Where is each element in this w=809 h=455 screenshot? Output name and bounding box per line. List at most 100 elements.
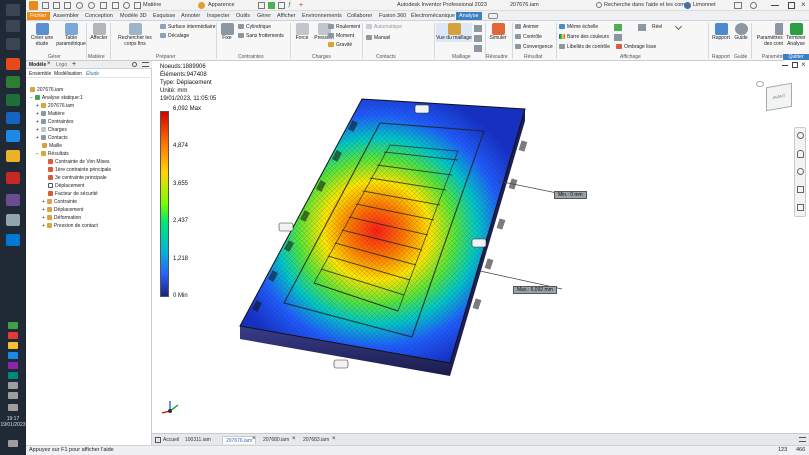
manual-contacts-button[interactable]: Manuel bbox=[366, 35, 390, 41]
guide-button[interactable]: Guide bbox=[732, 23, 750, 42]
tree-item-constraints[interactable]: + Contraintes bbox=[36, 119, 74, 125]
viewcube[interactable]: AVANT bbox=[766, 82, 792, 112]
view-modelisation[interactable]: Modélisation bbox=[54, 71, 82, 77]
minimize-icon[interactable] bbox=[782, 65, 788, 66]
color-icon[interactable] bbox=[268, 2, 275, 9]
tray-icon[interactable] bbox=[8, 352, 18, 359]
same-scale-button[interactable]: Même échelle bbox=[559, 24, 598, 30]
tab-assembler[interactable]: Assembler bbox=[50, 12, 82, 20]
probe-button[interactable]: Contrôle bbox=[515, 34, 542, 40]
tree-item-results[interactable]: − Résultats bbox=[36, 151, 69, 157]
tree-item-analysis[interactable]: − Analyse statique:1 bbox=[30, 95, 83, 101]
help-search-input[interactable]: Recherche dans l'aide et les com bbox=[604, 2, 685, 8]
help-icon[interactable] bbox=[750, 2, 757, 9]
tree-item-displacement-result[interactable]: Déplacement bbox=[48, 183, 84, 189]
offset-button[interactable]: Décalage bbox=[160, 33, 189, 39]
taskbar-clock[interactable]: 19:17 19/01/2023 bbox=[0, 416, 26, 428]
appearance-dropdown[interactable]: Apparence bbox=[208, 2, 235, 8]
tree-item-part[interactable]: +207676.iam bbox=[36, 103, 74, 109]
notification-icon[interactable] bbox=[8, 440, 18, 447]
mesh-settings-icon[interactable] bbox=[474, 25, 482, 32]
close-icon[interactable]: × bbox=[47, 61, 51, 67]
force-button[interactable]: Force bbox=[292, 23, 312, 42]
convergence-settings-icon[interactable] bbox=[474, 45, 482, 52]
tray-icon[interactable] bbox=[8, 322, 18, 329]
bearing-load-button[interactable]: Roulement bbox=[328, 24, 360, 30]
tree-item-mesh[interactable]: Maille bbox=[42, 143, 62, 149]
select-icon[interactable] bbox=[100, 2, 107, 9]
tab-fichier[interactable]: Fichier bbox=[27, 12, 50, 20]
tab-modele[interactable]: Modèle bbox=[29, 62, 46, 68]
add-tab-icon[interactable]: + bbox=[72, 61, 76, 68]
tab-conception[interactable]: Conception bbox=[82, 12, 116, 20]
material-icon[interactable] bbox=[134, 2, 141, 9]
create-study-button[interactable]: Créer une étude bbox=[28, 23, 56, 47]
close-icon[interactable]: × bbox=[252, 436, 256, 442]
close-icon[interactable]: × bbox=[801, 0, 806, 9]
find-thin-bodies-button[interactable]: Rechercher les corps fins bbox=[112, 23, 158, 47]
outlook-icon[interactable] bbox=[6, 112, 20, 124]
tree-item-von-mises[interactable]: Contrainte de Von Mises bbox=[48, 159, 109, 165]
parametric-table-button[interactable]: Table paramétrique bbox=[56, 23, 86, 47]
print-icon[interactable] bbox=[112, 2, 119, 9]
tab-outils[interactable]: Outils bbox=[233, 12, 253, 20]
office-app-icon[interactable] bbox=[6, 58, 20, 70]
inventor-logo-icon[interactable] bbox=[29, 1, 38, 10]
clear-override-icon[interactable] bbox=[258, 2, 265, 9]
keyboard-icon[interactable] bbox=[8, 404, 18, 411]
assign-material-button[interactable]: Affecter bbox=[88, 23, 110, 42]
user-avatar-icon[interactable] bbox=[684, 2, 691, 9]
fixed-constraint-button[interactable]: Fixe bbox=[218, 23, 236, 42]
graphics-viewport[interactable]: Noeuds:1889906 Éléments:947408 Type: Dép… bbox=[152, 61, 809, 433]
search-icon[interactable] bbox=[596, 2, 602, 8]
pan-icon[interactable] bbox=[797, 150, 804, 158]
save-icon[interactable] bbox=[64, 2, 71, 9]
max-callout[interactable]: Max.: 6,092 mm bbox=[513, 286, 557, 294]
menu-icon[interactable] bbox=[142, 62, 149, 67]
midsurface-button[interactable]: Surface intermédiaire bbox=[160, 24, 216, 30]
menu-icon[interactable] bbox=[799, 437, 806, 442]
inventor-icon[interactable] bbox=[6, 172, 20, 184]
network-icon[interactable] bbox=[8, 392, 18, 399]
maximize-icon[interactable] bbox=[788, 2, 795, 9]
search-icon[interactable] bbox=[6, 20, 20, 32]
tree-item-strain[interactable]: + Déformation bbox=[42, 215, 81, 221]
tree-item-stress[interactable]: + Contrainte bbox=[42, 199, 77, 205]
update-icon[interactable] bbox=[123, 2, 130, 9]
new-icon[interactable] bbox=[42, 2, 49, 9]
minimize-icon[interactable] bbox=[771, 5, 779, 6]
home-view-icon[interactable] bbox=[756, 81, 764, 87]
close-icon[interactable]: × bbox=[332, 436, 336, 442]
tab-logo[interactable]: Logo bbox=[56, 62, 67, 68]
fx-icon[interactable]: ƒ bbox=[288, 2, 295, 9]
tray-icon[interactable] bbox=[8, 372, 18, 379]
tray-icon[interactable] bbox=[8, 362, 18, 369]
edge-icon[interactable] bbox=[6, 234, 20, 246]
deformation-icon[interactable] bbox=[638, 24, 646, 31]
min-callout[interactable]: Min.: 0 mm bbox=[554, 191, 587, 199]
file-explorer-icon[interactable] bbox=[6, 150, 20, 162]
boundary-conditions-icon[interactable] bbox=[614, 24, 622, 31]
smooth-shading-dropdown[interactable]: Ombrage lisse bbox=[616, 44, 656, 50]
tab-analyse[interactable]: Analyse bbox=[456, 12, 482, 20]
local-mesh-icon[interactable] bbox=[474, 35, 482, 42]
view-etude[interactable]: Étude bbox=[86, 71, 99, 77]
tab-annoter[interactable]: Annoter bbox=[178, 12, 203, 20]
orbit-icon[interactable] bbox=[797, 186, 804, 193]
tree-item-safety-factor[interactable]: Facteur de sécurité bbox=[48, 191, 98, 197]
chevron-down-icon[interactable] bbox=[674, 22, 683, 31]
tree-item-material[interactable]: + Matière bbox=[36, 111, 65, 117]
simulate-button[interactable]: Simuler bbox=[487, 23, 509, 42]
probe-labels-button[interactable]: Libellés de contrôle bbox=[559, 44, 610, 50]
tab-home[interactable]: Accueil bbox=[160, 436, 182, 444]
frictionless-constraint-button[interactable]: Sans frottements bbox=[238, 33, 284, 39]
measure-icon[interactable] bbox=[278, 2, 285, 9]
view-ensemble[interactable]: Ensemble bbox=[29, 71, 51, 77]
mesh-view-button[interactable]: Vue du maillage bbox=[436, 23, 472, 42]
tree-item-loads[interactable]: + Charges bbox=[36, 127, 67, 133]
tree-item-third-principal[interactable]: 3e contrainte principale bbox=[48, 175, 107, 181]
plus-icon[interactable]: + bbox=[299, 2, 306, 9]
look-at-icon[interactable] bbox=[797, 204, 804, 211]
doc-tab-207683[interactable]: 207683.iam bbox=[300, 436, 332, 444]
tab-esquisse[interactable]: Esquisse bbox=[150, 12, 178, 20]
